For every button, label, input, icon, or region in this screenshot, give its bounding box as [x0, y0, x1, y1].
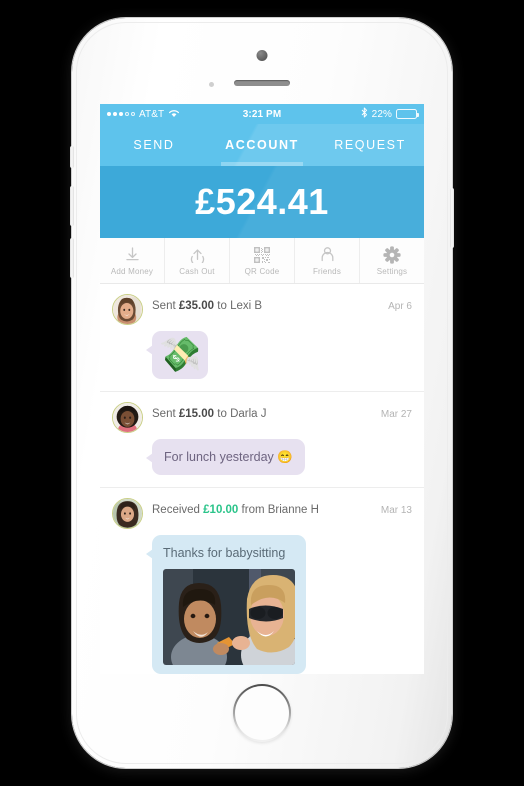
- qr-code-icon: [254, 246, 270, 264]
- transaction-verb: Received: [152, 504, 200, 516]
- status-bar-left: AT&T: [107, 108, 243, 121]
- photo-child-and-woman[interactable]: [163, 569, 295, 665]
- transaction-description: Sent £15.00 to Darla J: [152, 402, 372, 422]
- transaction-feed: Sent £35.00 to Lexi B Apr 6 💸 Sent £15.0…: [100, 284, 424, 674]
- tab-bar: SEND ACCOUNT REQUEST: [100, 124, 424, 166]
- transaction-preposition: from: [241, 504, 265, 516]
- transaction-amount: £35.00: [178, 300, 215, 312]
- transaction-date: Mar 13: [380, 505, 412, 516]
- home-button[interactable]: [233, 684, 291, 742]
- transaction-row[interactable]: Sent £15.00 to Darla J Mar 27 For lunch …: [100, 392, 424, 488]
- balance-panel: £524.41: [100, 166, 424, 238]
- transaction-row[interactable]: Sent £35.00 to Lexi B Apr 6 💸: [100, 284, 424, 392]
- download-arrow-icon: [124, 246, 141, 264]
- transaction-verb: Sent: [152, 300, 176, 312]
- volume-down-button[interactable]: [70, 238, 74, 278]
- message-bubble[interactable]: 💸: [145, 331, 209, 379]
- money-with-wings-emoji: 💸: [159, 336, 202, 374]
- bluetooth-icon: [361, 107, 368, 121]
- avatar[interactable]: [112, 294, 143, 325]
- gear-icon: [383, 245, 401, 264]
- action-label-qr-code: QR Code: [244, 266, 280, 276]
- volume-up-button[interactable]: [70, 186, 74, 226]
- action-label-friends: Friends: [312, 266, 342, 276]
- message-text: For lunch yesterday 😁: [164, 450, 293, 464]
- transaction-description: Sent £35.00 to Lexi B: [152, 294, 379, 314]
- transaction-counterparty: Brianne H: [267, 504, 319, 516]
- earpiece-speaker: [234, 80, 290, 86]
- front-camera-icon: [256, 50, 268, 61]
- avatar[interactable]: [112, 402, 143, 433]
- tab-send[interactable]: SEND: [100, 124, 208, 166]
- message-bubble[interactable]: For lunch yesterday 😁: [146, 439, 305, 475]
- proximity-sensor-icon: [209, 82, 214, 87]
- phone-screen: AT&T 3:21 PM 22% SEND ACCOUNT REQUEST £5…: [100, 104, 424, 674]
- transaction-date: Mar 27: [380, 409, 412, 420]
- transaction-amount: £10.00: [203, 504, 239, 516]
- tab-account[interactable]: ACCOUNT: [208, 124, 316, 166]
- carrier-label: AT&T: [139, 108, 165, 120]
- signal-strength-icon: [107, 112, 135, 116]
- transaction-counterparty: Darla J: [230, 408, 267, 420]
- battery-icon: [396, 109, 419, 119]
- message-text: Thanks for babysitting: [163, 546, 286, 560]
- battery-percent-label: 22%: [371, 108, 392, 120]
- person-icon: [319, 246, 336, 264]
- avatar[interactable]: [112, 498, 143, 529]
- wifi-icon: [168, 108, 180, 121]
- action-bar: Add Money Cash Out QR Code Friends Setti…: [100, 238, 424, 284]
- action-add-money[interactable]: Add Money: [100, 238, 165, 283]
- transaction-header: Sent £35.00 to Lexi B Apr 6: [112, 294, 412, 325]
- message-bubble-wrapper: For lunch yesterday 😁: [146, 439, 305, 475]
- transaction-description: Received £10.00 from Brianne H: [152, 498, 372, 518]
- action-label-add-money: Add Money: [110, 266, 154, 276]
- message-bubble-wrapper: 💸: [145, 331, 209, 379]
- transaction-header: Sent £15.00 to Darla J Mar 27: [112, 402, 412, 433]
- message-bubble[interactable]: Thanks for babysitting: [146, 535, 306, 674]
- upload-arrow-icon: [189, 246, 206, 264]
- action-settings[interactable]: Settings: [360, 238, 424, 283]
- transaction-preposition: to: [217, 408, 227, 420]
- status-bar-right: 22%: [281, 107, 419, 121]
- action-cash-out[interactable]: Cash Out: [165, 238, 230, 283]
- transaction-verb: Sent: [152, 408, 176, 420]
- balance-amount: £524.41: [195, 181, 329, 222]
- transaction-counterparty: Lexi B: [230, 300, 263, 312]
- status-bar: AT&T 3:21 PM 22%: [100, 104, 424, 124]
- transaction-amount: £15.00: [178, 408, 215, 420]
- transaction-preposition: to: [217, 300, 227, 312]
- action-label-settings: Settings: [376, 266, 408, 276]
- silent-switch[interactable]: [70, 146, 74, 168]
- transaction-date: Apr 6: [388, 301, 412, 312]
- action-friends[interactable]: Friends: [295, 238, 360, 283]
- message-bubble-wrapper: Thanks for babysitting: [146, 535, 306, 674]
- power-button[interactable]: [450, 188, 454, 248]
- transaction-header: Received £10.00 from Brianne H Mar 13: [112, 498, 412, 529]
- tab-request[interactable]: REQUEST: [316, 124, 424, 166]
- phone-device: AT&T 3:21 PM 22% SEND ACCOUNT REQUEST £5…: [70, 18, 454, 768]
- status-bar-time: 3:21 PM: [242, 108, 282, 120]
- action-label-cash-out: Cash Out: [179, 266, 215, 276]
- transaction-row[interactable]: Received £10.00 from Brianne H Mar 13 Th…: [100, 488, 424, 674]
- action-qr-code[interactable]: QR Code: [230, 238, 295, 283]
